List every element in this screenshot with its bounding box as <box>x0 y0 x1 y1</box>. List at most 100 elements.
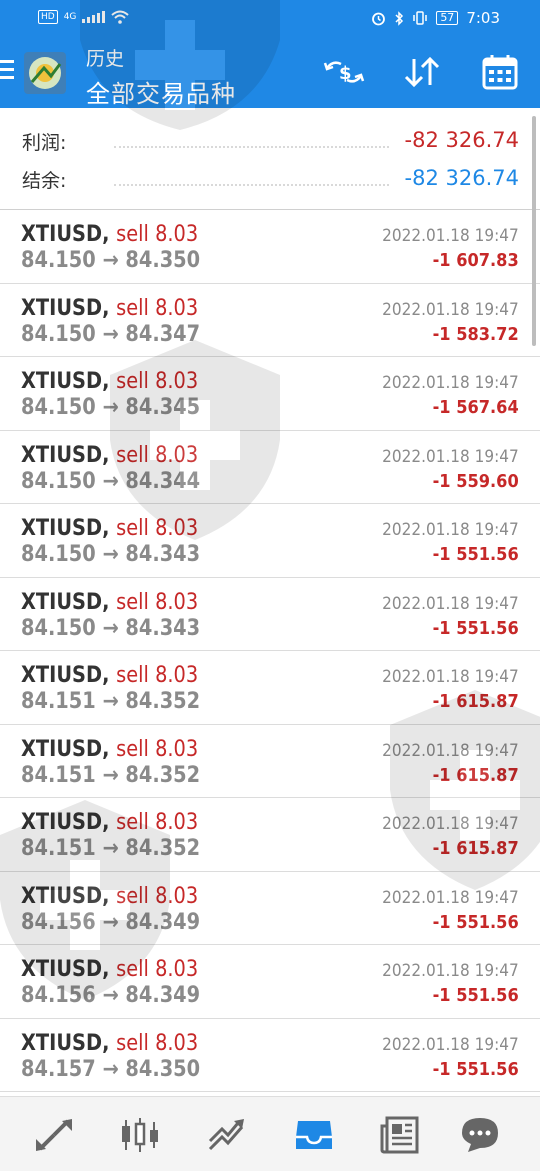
sort-icon[interactable] <box>400 52 444 92</box>
trade-profit: -1 551.56 <box>432 1058 519 1080</box>
wifi-icon <box>111 10 130 24</box>
trade-row[interactable]: XTIUSD, sell 8.03 84.157 → 84.350 2022.01.… <box>0 1019 540 1092</box>
symbol-text: XTIUSD, <box>21 295 110 321</box>
trade-row[interactable]: XTIUSD, sell 8.03 84.150 → 84.347 2022.01.… <box>0 284 540 357</box>
profit-value: -82 326.74 <box>404 128 519 152</box>
trade-profit: -1 615.87 <box>432 691 519 712</box>
menu-icon[interactable] <box>0 60 16 80</box>
app-header: 历史 全部交易品种 $ <box>0 36 540 108</box>
trade-profit: -1 615.87 <box>432 764 519 786</box>
trade-symbol: XTIUSD, sell 8.03 <box>21 369 198 394</box>
trade-row[interactable]: XTIUSD, sell 8.03 84.156 → 84.349 2022.01.… <box>0 945 540 1019</box>
trade-side: sell 8.03 <box>116 957 199 982</box>
trade-symbol: XTIUSD, sell 8.03 <box>21 1031 198 1056</box>
chart-icon[interactable] <box>118 1115 162 1155</box>
balance-row: 结余: -82 326.74 <box>22 166 519 194</box>
scrollbar[interactable] <box>532 116 536 346</box>
trade-row[interactable]: XTIUSD, sell 8.03 84.156 → 84.349 2022.01.… <box>0 872 540 945</box>
trade-symbol: XTIUSD, sell 8.03 <box>21 663 198 688</box>
currency-swap-icon[interactable]: $ <box>322 52 366 92</box>
trade-row[interactable]: XTIUSD, sell 8.03 84.151 → 84.352 2022.01.… <box>0 725 540 798</box>
dotted-leader <box>114 184 389 186</box>
trade-side: sell 8.03 <box>116 295 199 321</box>
trade-side: sell 8.03 <box>116 222 199 247</box>
trade-prices: 84.157 → 84.350 <box>21 1056 201 1082</box>
trade-symbol: XTIUSD, sell 8.03 <box>21 590 198 615</box>
trade-symbol: XTIUSD, sell 8.03 <box>21 957 198 982</box>
trade-row[interactable]: XTIUSD, sell 8.03 84.150 → 84.345 2022.01.… <box>0 357 540 431</box>
balance-value: -82 326.74 <box>404 166 519 190</box>
trade-list[interactable]: XTIUSD, sell 8.03 84.150 → 84.350 2022.01.… <box>0 210 540 1092</box>
trade-row[interactable]: XTIUSD, sell 8.03 84.150 → 84.343 2022.01.… <box>0 504 540 578</box>
trade-prices: 84.156 → 84.349 <box>21 983 201 1008</box>
clock: 7:03 <box>466 9 500 27</box>
trade-time: 2022.01.18 19:47 <box>382 814 519 834</box>
app-logo <box>24 52 66 94</box>
trade-profit: -1 615.87 <box>432 838 519 859</box>
trade-row[interactable]: XTIUSD, sell 8.03 84.150 → 84.344 2022.01.… <box>0 431 540 504</box>
trade-icon[interactable] <box>206 1115 250 1155</box>
news-icon[interactable] <box>378 1115 422 1155</box>
trade-side: sell 8.03 <box>116 663 199 688</box>
vibrate-icon <box>413 11 428 25</box>
symbol-text: XTIUSD, <box>21 736 110 762</box>
trade-profit: -1 551.56 <box>432 911 519 933</box>
trade-time: 2022.01.18 19:47 <box>382 299 519 320</box>
trade-prices: 84.150 → 84.350 <box>21 248 201 273</box>
trade-side: sell 8.03 <box>116 516 199 541</box>
chat-icon[interactable] <box>458 1115 502 1155</box>
symbol-text: XTIUSD, <box>21 222 110 247</box>
trade-symbol: XTIUSD, sell 8.03 <box>21 516 198 541</box>
quotes-icon[interactable] <box>32 1115 76 1155</box>
history-icon[interactable] <box>292 1115 336 1155</box>
dotted-leader <box>114 146 389 148</box>
svg-text:$: $ <box>339 63 352 84</box>
symbol-text: XTIUSD, <box>21 957 110 982</box>
profit-label: 利润: <box>22 132 67 154</box>
trade-symbol: XTIUSD, sell 8.03 <box>21 884 198 909</box>
symbol-text: XTIUSD, <box>21 1030 110 1056</box>
status-bar: HD 4G 57 7:03 <box>0 0 540 36</box>
network-type: 4G <box>63 12 77 22</box>
trade-profit: -1 559.60 <box>432 470 519 492</box>
trade-time: 2022.01.18 19:47 <box>382 961 519 981</box>
trade-time: 2022.01.18 19:47 <box>382 1034 519 1055</box>
trade-symbol: XTIUSD, sell 8.03 <box>21 810 198 835</box>
trade-time: 2022.01.18 19:47 <box>382 740 519 761</box>
summary-panel: 利润: -82 326.74 结余: -82 326.74 <box>0 108 540 210</box>
trade-profit: -1 567.64 <box>432 397 519 418</box>
symbol-text: XTIUSD, <box>21 663 110 688</box>
trade-prices: 84.156 → 84.349 <box>21 909 201 935</box>
symbol-text: XTIUSD, <box>21 589 110 615</box>
symbol-filter[interactable]: 全部交易品种 <box>86 74 236 109</box>
symbol-text: XTIUSD, <box>21 442 110 468</box>
trade-side: sell 8.03 <box>116 442 199 468</box>
trade-time: 2022.01.18 19:47 <box>382 593 519 614</box>
trade-profit: -1 551.56 <box>432 617 519 639</box>
trade-row[interactable]: XTIUSD, sell 8.03 84.151 → 84.352 2022.01.… <box>0 651 540 725</box>
trade-side: sell 8.03 <box>116 736 199 762</box>
trade-time: 2022.01.18 19:47 <box>382 446 519 467</box>
trade-row[interactable]: XTIUSD, sell 8.03 84.150 → 84.350 2022.01.… <box>0 210 540 284</box>
trade-time: 2022.01.18 19:47 <box>382 667 519 687</box>
trade-symbol: XTIUSD, sell 8.03 <box>21 222 198 247</box>
symbol-text: XTIUSD, <box>21 810 110 835</box>
calendar-icon[interactable] <box>478 52 522 92</box>
profit-row: 利润: -82 326.74 <box>22 128 519 156</box>
trade-symbol: XTIUSD, sell 8.03 <box>21 443 198 468</box>
hd-indicator: HD <box>38 10 58 24</box>
trade-prices: 84.150 → 84.343 <box>21 542 201 567</box>
trade-side: sell 8.03 <box>116 1030 199 1056</box>
page-title: 历史 <box>86 49 125 70</box>
bluetooth-icon <box>395 10 404 26</box>
trade-row[interactable]: XTIUSD, sell 8.03 84.151 → 84.352 2022.01.… <box>0 798 540 872</box>
trade-side: sell 8.03 <box>116 810 199 835</box>
trade-side: sell 8.03 <box>116 369 199 394</box>
bottom-navigation <box>0 1096 540 1171</box>
trade-profit: -1 551.56 <box>432 544 519 565</box>
battery-icon: 57 <box>436 11 459 25</box>
trade-prices: 84.150 → 84.347 <box>21 321 201 347</box>
trade-prices: 84.150 → 84.345 <box>21 395 201 420</box>
trade-row[interactable]: XTIUSD, sell 8.03 84.150 → 84.343 2022.01.… <box>0 578 540 651</box>
trade-symbol: XTIUSD, sell 8.03 <box>21 737 198 762</box>
